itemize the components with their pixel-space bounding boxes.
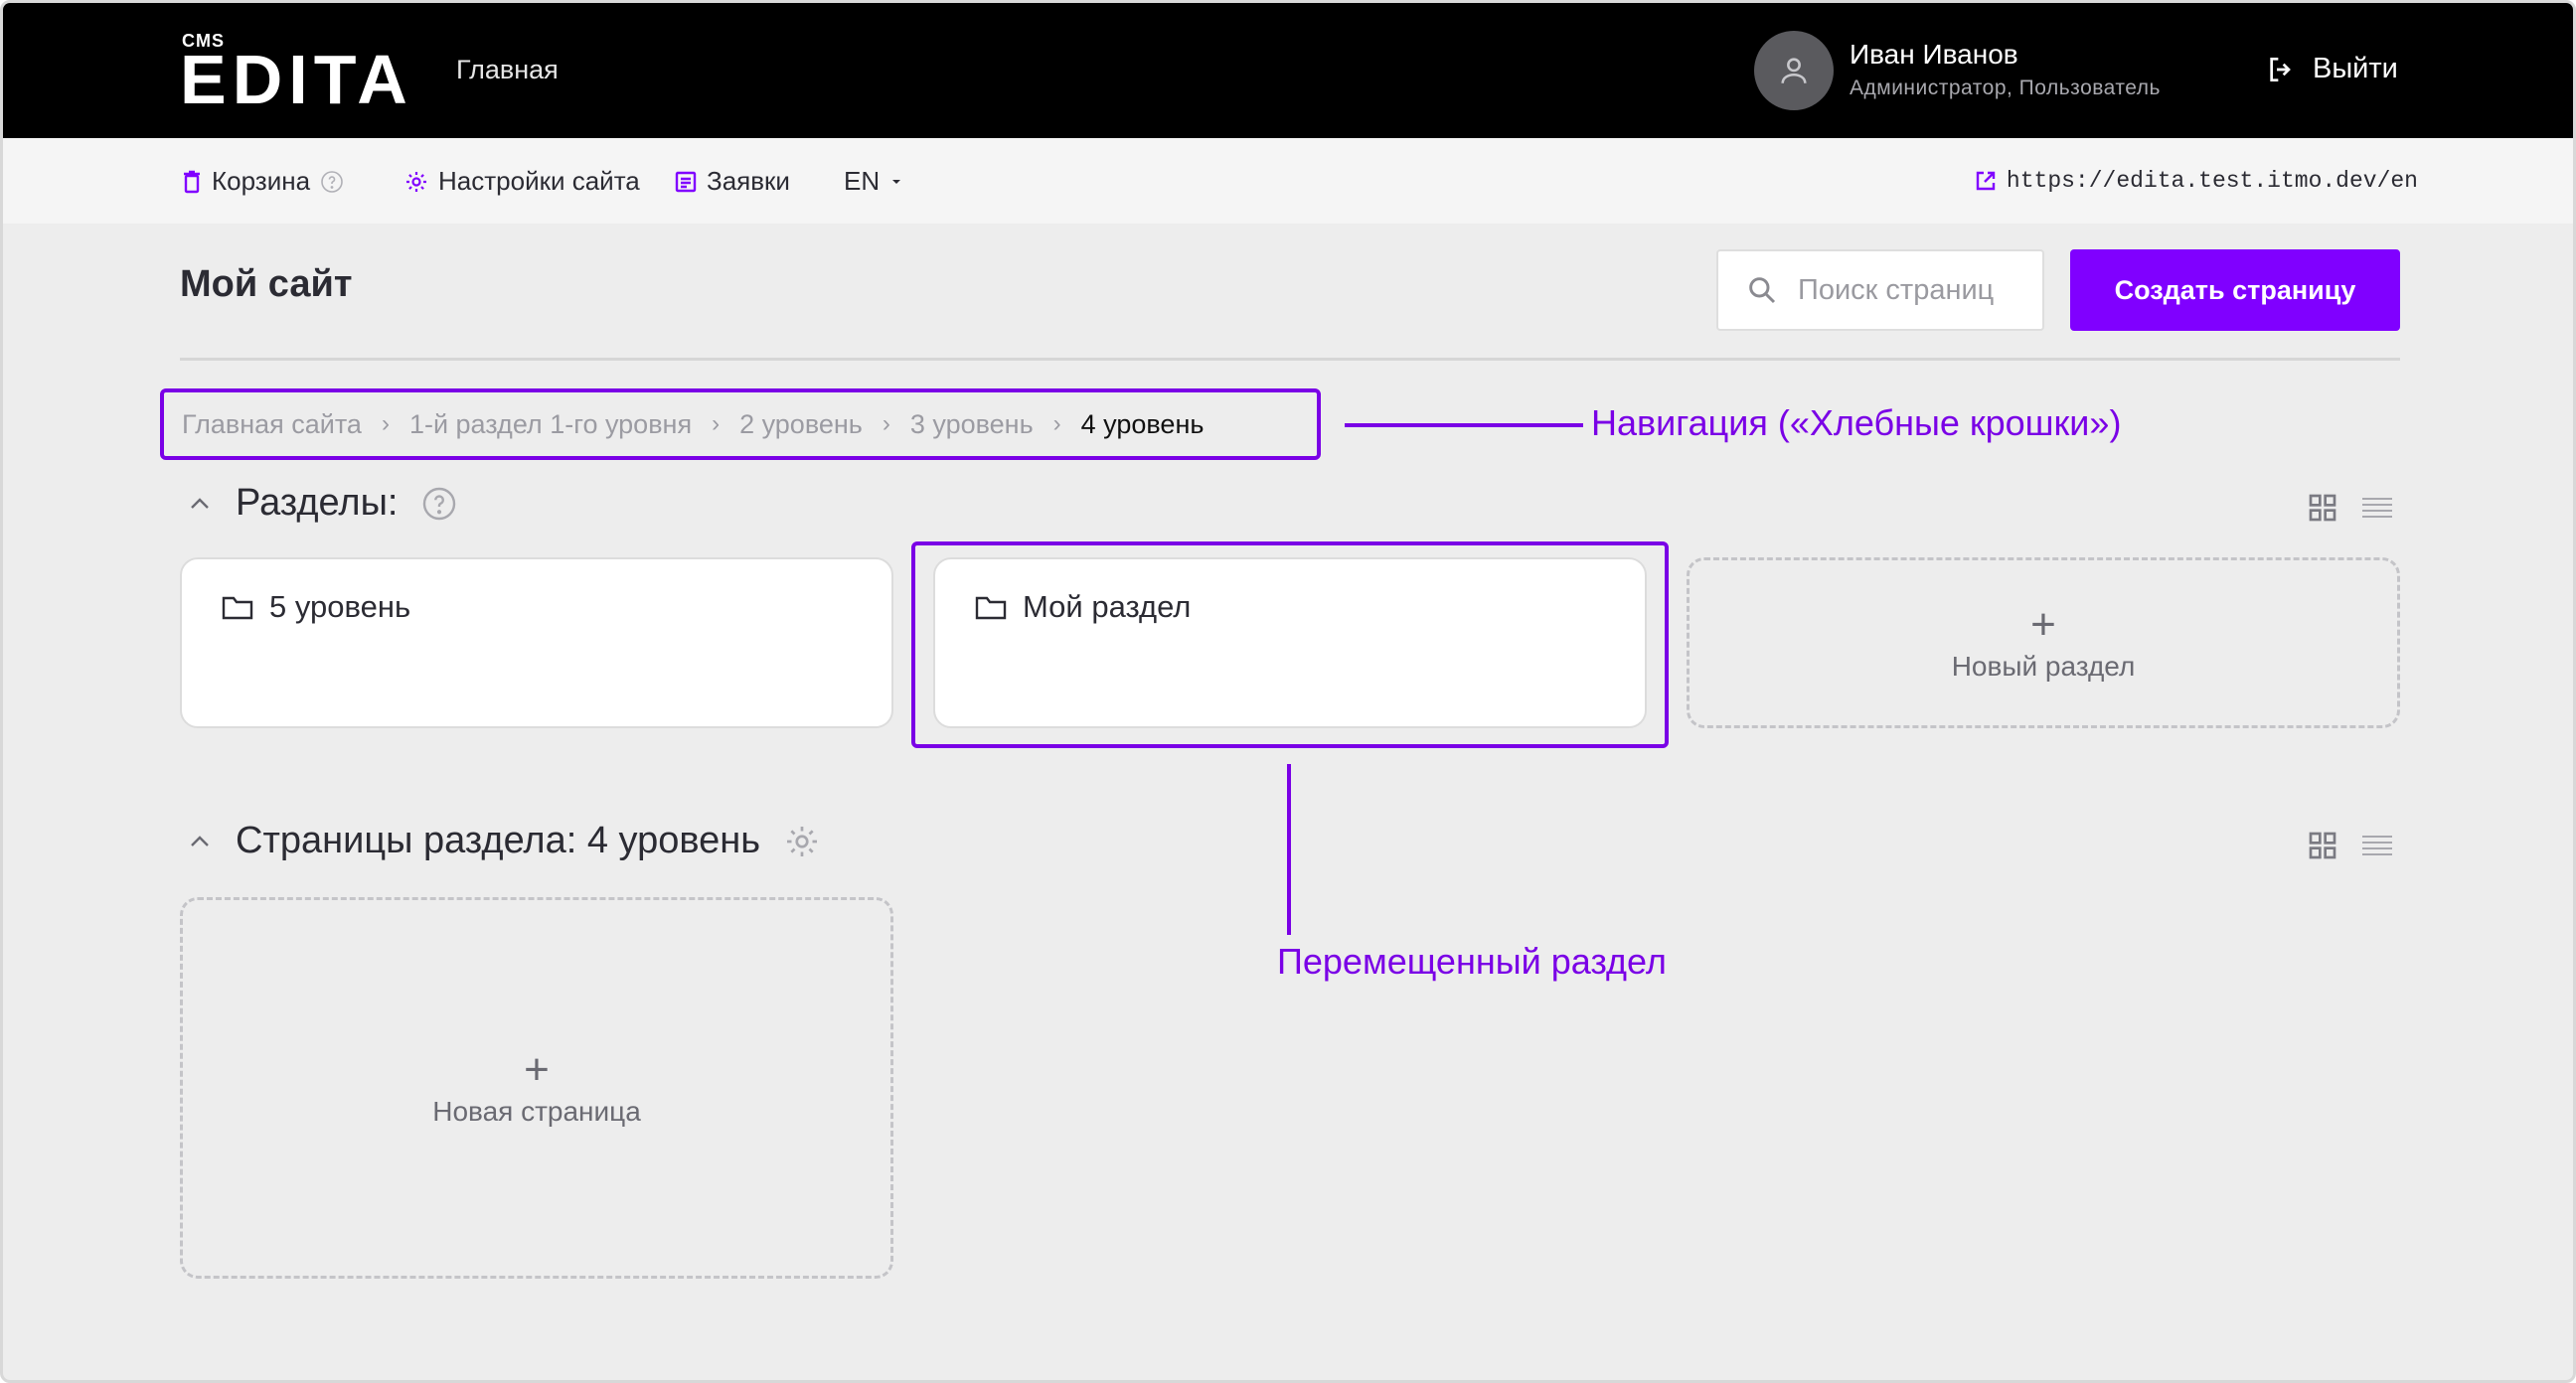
trash-label: Корзина <box>212 166 311 196</box>
site-url-link[interactable]: https://edita.test.itmo.dev/en <box>1975 168 2418 194</box>
top-bar: CMS EDITA Главная Иван Иванов Администра… <box>3 3 2573 138</box>
annotation-breadcrumbs: Навигация («Хлебные крошки») <box>1591 402 2122 443</box>
site-settings-label: Настройки сайта <box>438 166 640 196</box>
chevron-right-icon: › <box>882 410 890 437</box>
breadcrumb-item[interactable]: 2 уровень <box>739 409 863 440</box>
trash-icon <box>184 170 200 193</box>
help-icon[interactable] <box>421 486 457 522</box>
list-view-icon[interactable] <box>2360 833 2394 858</box>
avatar[interactable] <box>1754 31 1834 110</box>
gear-icon <box>406 171 426 192</box>
trash-link[interactable]: Корзина <box>182 166 344 197</box>
search-input[interactable] <box>1798 273 2016 307</box>
external-link-icon <box>1976 171 1996 191</box>
grid-view-icon[interactable] <box>2307 492 2338 524</box>
chevron-right-icon: › <box>1052 410 1061 437</box>
section-card-title: 5 уровень <box>269 589 411 624</box>
annotation-connector <box>1345 423 1583 427</box>
help-icon[interactable] <box>320 170 344 194</box>
new-page-label: Новая страница <box>432 1096 641 1127</box>
sections-view-toggle <box>2307 492 2394 524</box>
gear-icon[interactable] <box>784 824 820 859</box>
annotation-moved-section: Перемещенный раздел <box>1277 941 1667 982</box>
search-icon <box>1749 277 1776 304</box>
user-role: Администратор, Пользователь <box>1850 77 2161 99</box>
site-url: https://edita.test.itmo.dev/en <box>2006 168 2418 194</box>
search-field[interactable] <box>1716 249 2044 331</box>
language-select[interactable]: EN <box>844 166 903 197</box>
nav-home-link[interactable]: Главная <box>456 55 559 85</box>
header-divider <box>180 358 2400 361</box>
plus-icon: + <box>524 1045 550 1094</box>
sections-header: Разделы: <box>188 482 457 525</box>
breadcrumb-current: 4 уровень <box>1080 408 1205 439</box>
new-section-label: Новый раздел <box>1951 651 2136 682</box>
chevron-up-icon[interactable] <box>188 834 212 849</box>
chevron-right-icon: › <box>381 410 390 437</box>
pages-view-toggle <box>2307 830 2394 861</box>
list-view-icon[interactable] <box>2360 495 2394 521</box>
annotation-connector <box>1287 764 1291 935</box>
app-window: CMS EDITA Главная Иван Иванов Администра… <box>0 0 2576 1383</box>
grid-view-icon[interactable] <box>2307 830 2338 861</box>
requests-label: Заявки <box>707 166 790 196</box>
new-section-button[interactable]: + Новый раздел <box>1687 557 2400 728</box>
section-card[interactable]: 5 уровень <box>180 557 893 728</box>
user-icon <box>1781 58 1807 83</box>
sections-title: Разделы: <box>236 482 399 524</box>
breadcrumb-item[interactable]: 1-й раздел 1-го уровня <box>409 409 692 440</box>
breadcrumb-item[interactable]: Главная сайта <box>182 409 362 440</box>
pages-header: Страницы раздела: 4 уровень <box>188 820 820 862</box>
folder-icon <box>222 596 253 620</box>
section-card-label: 5 уровень <box>222 589 410 625</box>
logout-label: Выйти <box>2313 53 2398 84</box>
pages-title: Страницы раздела: 4 уровень <box>236 820 761 861</box>
new-page-button[interactable]: + Новая страница <box>180 897 893 1279</box>
caret-down-icon <box>892 179 901 184</box>
page-title: Мой сайт <box>180 263 353 305</box>
site-settings-link[interactable]: Настройки сайта <box>404 166 640 197</box>
site-toolbar: Корзина Настройки сайта Заявки EN https:… <box>3 138 2573 224</box>
logout-button[interactable]: Выйти <box>2265 53 2398 85</box>
language-value: EN <box>844 166 881 196</box>
logout-icon <box>2270 57 2291 81</box>
create-page-button[interactable]: Создать страницу <box>2070 249 2400 331</box>
annotation-highlight <box>911 541 1669 748</box>
requests-link[interactable]: Заявки <box>675 166 790 197</box>
chevron-up-icon[interactable] <box>188 496 212 512</box>
chevron-right-icon: › <box>712 410 721 437</box>
breadcrumb-item[interactable]: 3 уровень <box>910 409 1034 440</box>
breadcrumb: Главная сайта › 1-й раздел 1-го уровня ›… <box>160 388 1321 460</box>
list-icon <box>675 171 697 192</box>
plus-icon: + <box>2030 600 2056 649</box>
user-name: Иван Иванов <box>1850 39 2018 70</box>
logo[interactable]: EDITA <box>180 45 413 114</box>
